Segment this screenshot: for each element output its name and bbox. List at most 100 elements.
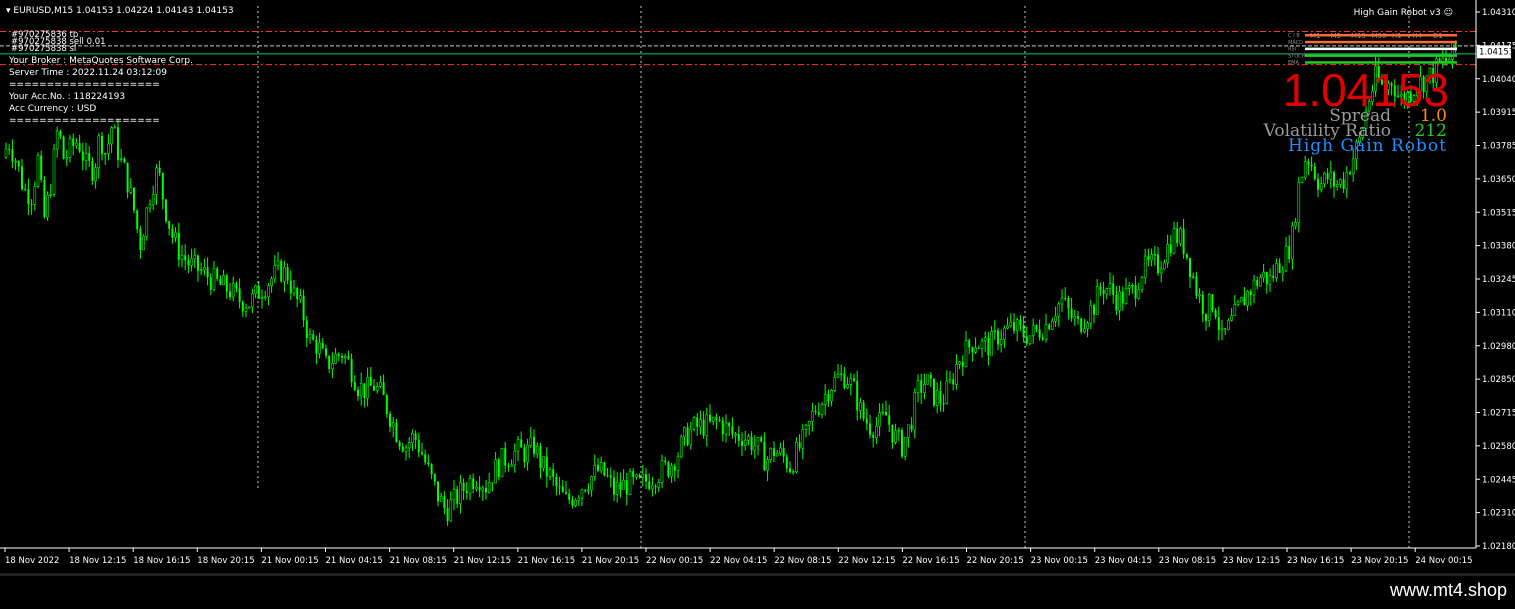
candle-body-bear: [312, 334, 315, 340]
candle-body-bull: [1140, 276, 1144, 291]
candle-body-bear: [817, 412, 820, 415]
candle-body-bull: [1198, 294, 1201, 297]
candle-body-bull: [1159, 268, 1163, 274]
candle-body-bear: [315, 339, 318, 354]
candle-body-bear: [123, 158, 126, 163]
candle-body-bull: [308, 334, 312, 339]
candle-body-bull: [830, 390, 833, 402]
candle-body-bull: [983, 337, 987, 342]
candle-body-bull: [1143, 255, 1147, 278]
candle-body-bull: [468, 478, 472, 494]
candle-body-bull: [1351, 158, 1355, 175]
candle-body-bear: [206, 267, 209, 278]
candle-body-bull: [635, 474, 638, 478]
robot-name: High Gain Robot: [1288, 136, 1447, 156]
candle-body-bull: [1057, 303, 1061, 317]
candle-body-bull: [1003, 327, 1006, 340]
candle-body-bear: [443, 496, 446, 508]
candle-body-bull: [251, 293, 254, 308]
candle-body-bear: [885, 411, 887, 416]
candle-body-bull: [958, 361, 961, 365]
candle-body-bear: [997, 330, 999, 345]
candle-body-bear: [715, 417, 718, 420]
candle-body-bear: [17, 161, 20, 167]
candle-body-bear: [654, 485, 657, 488]
chart-area[interactable]: [0, 0, 1476, 548]
candle-body-bear: [1217, 317, 1220, 330]
candle-body-bull: [804, 424, 808, 430]
time-tick-label: 23 Nov 12:15: [1223, 556, 1280, 566]
candle-body-bear: [1313, 166, 1316, 179]
candle-body-bull: [599, 462, 603, 472]
candle-body-bull: [574, 500, 577, 506]
candle-body-bear: [625, 480, 628, 495]
candle-body-bull: [1054, 315, 1057, 322]
candle-body-bull: [894, 430, 897, 443]
candle-body-bull: [366, 376, 369, 399]
candle-body-bear: [72, 138, 75, 146]
candle-body-bear: [21, 166, 23, 190]
candle-body-bear: [565, 492, 567, 494]
candle-body-bear: [920, 380, 923, 393]
candle-body-bull: [651, 485, 654, 490]
candle-body-bear: [1134, 285, 1137, 299]
candle-body-bear: [158, 167, 161, 174]
candle-body-bear: [184, 255, 187, 261]
candle-body-bear: [827, 394, 830, 401]
candle-body-bull: [548, 468, 552, 477]
candle-body-bull: [1137, 289, 1141, 299]
candle-body-bear: [165, 199, 167, 222]
candle-body-bull: [1083, 328, 1086, 333]
candle-body-bull: [481, 487, 485, 491]
candle-body-bull: [199, 269, 203, 272]
candle-body-bear: [296, 288, 299, 300]
time-tick-label: 21 Nov 12:15: [454, 556, 511, 566]
candle-body-bull: [113, 126, 117, 129]
ea-label[interactable]: High Gain Robot v3 ☺: [1354, 8, 1453, 18]
candle-body-bull: [807, 421, 811, 426]
candle-body-bull: [580, 489, 584, 499]
candle-body-bear: [561, 486, 564, 493]
candle-body-bull: [500, 447, 504, 478]
candle-body-bull: [52, 148, 56, 195]
candle-body-bull: [1163, 262, 1166, 270]
candle-body-bear: [133, 187, 135, 211]
candle-body-bull: [299, 295, 302, 300]
ea-name: High Gain Robot v3: [1353, 8, 1441, 18]
price-tick-label: 1.03650: [1482, 175, 1515, 185]
candle-body-bear: [235, 283, 238, 289]
candle-body-bear: [238, 288, 241, 302]
candle-body-bull: [1300, 176, 1304, 183]
candle-body-bull: [1153, 254, 1157, 256]
candle-body-bull: [270, 278, 273, 287]
candle-body-bull: [779, 447, 782, 454]
candle-body-bull: [1089, 304, 1093, 324]
candle-body-bear: [539, 446, 542, 469]
candle-body-bull: [811, 410, 814, 422]
candle-body-bull: [513, 450, 517, 466]
candle-body-bear: [302, 295, 305, 321]
candle-body-bear: [289, 280, 292, 294]
separator-line: ====================: [9, 116, 160, 126]
candle-body-bear: [1070, 308, 1073, 319]
candle-body-bear: [187, 260, 190, 266]
candle-body-bull: [1172, 228, 1176, 254]
chevron-down-icon[interactable]: ▾: [6, 6, 11, 16]
candle-body-bear: [136, 210, 139, 230]
candle-body-bull: [1006, 325, 1009, 329]
candle-body-bear: [939, 390, 942, 404]
candle-body-bear: [987, 337, 990, 356]
candle-body-bull: [615, 482, 619, 495]
candle-body-bull: [1191, 276, 1195, 279]
trade-label[interactable]: #970275838 sl: [11, 44, 76, 54]
candle-body-bear: [219, 278, 222, 285]
candle-body-bear: [869, 423, 871, 435]
candle-body-bear: [1189, 257, 1191, 277]
candle-body-bull: [68, 138, 72, 158]
candle-body-bull: [151, 194, 155, 206]
candle-body-bear: [216, 268, 219, 279]
candle-body-bull: [849, 378, 853, 385]
candle-body-bear: [1317, 178, 1319, 190]
candle-body-bull: [660, 460, 664, 483]
candle-body-bull: [945, 380, 949, 404]
